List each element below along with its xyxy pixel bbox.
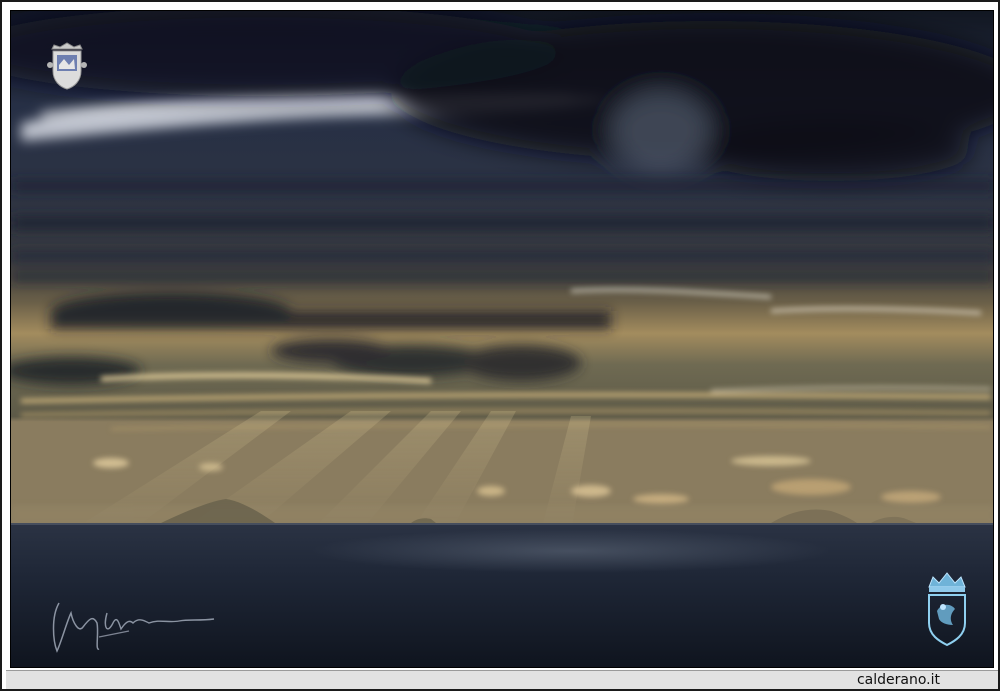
footer-bar: calderano.it [6, 670, 998, 689]
handwritten-signature [52, 602, 215, 653]
crowned-shield-icon [928, 572, 966, 647]
site-label[interactable]: calderano.it [857, 671, 940, 690]
crest-icon [47, 42, 87, 90]
seascape-photo [10, 10, 994, 668]
image-frame: calderano.it [0, 0, 1000, 691]
photo-scene [11, 11, 993, 667]
